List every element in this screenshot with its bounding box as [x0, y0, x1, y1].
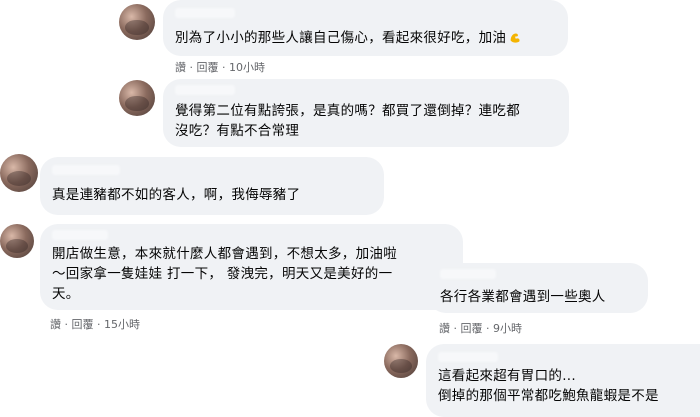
timestamp[interactable]: 15小時	[104, 318, 140, 331]
comment-actions: 讚 · 回覆 · 9小時	[439, 322, 522, 335]
comment-actions: 讚 · 回覆 · 10小時	[175, 61, 265, 74]
comment-bubble: 真是連豬都不如的客人，啊，我侮辱豬了	[40, 157, 384, 215]
reply-link[interactable]: 回覆	[72, 318, 94, 331]
comment-bubble: 各行各業都會遇到一些奧人	[428, 263, 648, 313]
comment-bubble: 這看起來超有胃口的... 倒掉的那個平常都吃鮑魚龍蝦是不是	[426, 344, 700, 417]
timestamp[interactable]: 9小時	[493, 322, 522, 335]
avatar[interactable]	[0, 224, 34, 258]
comment-bubble: 別為了小小的那些人讓自己傷心，看起來很好吃，加油	[163, 0, 568, 56]
commenter-name-redacted[interactable]	[175, 8, 235, 18]
comment-bubble: 覺得第二位有點誇張，是真的嗎？都買了還倒掉？連吃都 沒吃？有點不合常理	[163, 79, 569, 147]
comment-text: 真是連豬都不如的客人，啊，我侮辱豬了	[52, 187, 301, 203]
comment-actions: 讚 · 回覆 · 15小時	[50, 318, 140, 331]
comment-text: 各行各業都會遇到一些奧人	[440, 289, 606, 305]
timestamp[interactable]: 10小時	[229, 61, 265, 74]
comment-bubble: 開店做生意，本來就什麼人都會遇到，不想太多，加油啦 ～回家拿一隻娃娃 打一下， …	[40, 224, 463, 310]
reply-link[interactable]: 回覆	[461, 322, 483, 335]
like-link[interactable]: 讚	[439, 322, 450, 335]
commenter-name-redacted[interactable]	[52, 230, 108, 240]
avatar[interactable]	[384, 344, 418, 378]
like-link[interactable]: 讚	[175, 61, 186, 74]
commenter-name-redacted[interactable]	[52, 165, 120, 175]
comment-text: 開店做生意，本來就什麼人都會遇到，不想太多，加油啦 ～回家拿一隻娃娃 打一下， …	[52, 246, 397, 302]
reply-link[interactable]: 回覆	[197, 61, 219, 74]
commenter-name-redacted[interactable]	[438, 352, 498, 362]
commenter-name-redacted[interactable]	[175, 85, 235, 95]
comment-text: 這看起來超有胃口的... 倒掉的那個平常都吃鮑魚龍蝦是不是	[438, 368, 659, 404]
avatar[interactable]	[119, 4, 155, 40]
commenter-name-redacted[interactable]	[440, 269, 496, 279]
comment-text: 別為了小小的那些人讓自己傷心，看起來很好吃，加油	[175, 28, 522, 48]
comment-text: 覺得第二位有點誇張，是真的嗎？都買了還倒掉？連吃都 沒吃？有點不合常理	[175, 103, 520, 139]
avatar[interactable]	[0, 154, 38, 192]
like-link[interactable]: 讚	[50, 318, 61, 331]
avatar[interactable]	[119, 80, 155, 116]
muscle-icon	[510, 33, 520, 43]
